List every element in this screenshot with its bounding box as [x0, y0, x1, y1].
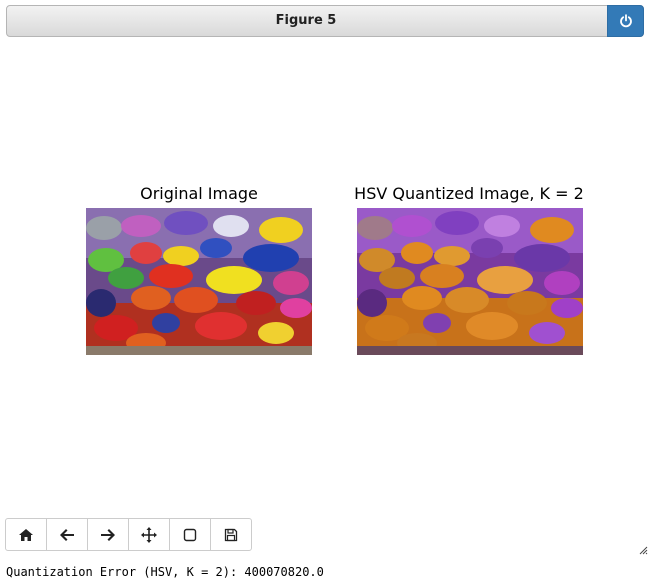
figure-canvas[interactable]: Original Image HSV Quantized Image, K = …: [6, 40, 648, 555]
pan-button[interactable]: [128, 518, 170, 551]
forward-button[interactable]: [87, 518, 129, 551]
save-button[interactable]: [210, 518, 252, 551]
figure-toolbar: [5, 518, 252, 551]
figure-titlebar: Figure 5: [6, 5, 644, 37]
zoom-rect-icon: [183, 528, 197, 541]
subplot-title-original: Original Image: [140, 184, 258, 203]
home-icon: [19, 528, 33, 541]
figure-title: Figure 5: [275, 13, 337, 28]
subplot-title-quantized: HSV Quantized Image, K = 2: [354, 184, 584, 203]
back-button[interactable]: [46, 518, 88, 551]
move-icon: [141, 526, 157, 543]
home-button[interactable]: [5, 518, 47, 551]
close-figure-button[interactable]: [607, 5, 644, 37]
quantization-error-text: Quantization Error (HSV, K = 2): 4000708…: [6, 565, 324, 579]
quantized-image: [357, 208, 583, 355]
resize-handle-icon[interactable]: [638, 545, 648, 555]
save-icon: [224, 528, 238, 541]
arrow-left-icon: [60, 528, 74, 541]
zoom-rect-button[interactable]: [169, 518, 211, 551]
power-icon: [619, 14, 632, 28]
arrow-right-icon: [101, 528, 115, 541]
original-image: [86, 208, 312, 355]
